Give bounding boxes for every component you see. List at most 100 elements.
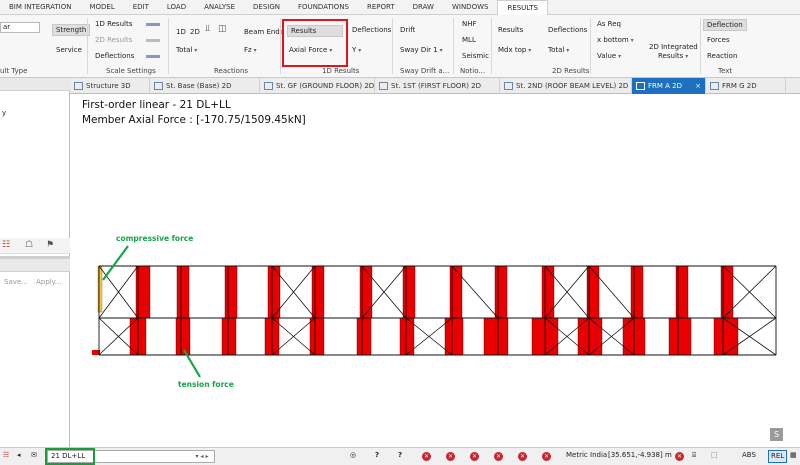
left-panel: y ☷ ☖ ⚑ Save... Apply... [0, 78, 70, 447]
integrated-results-line1[interactable]: 2D Integrated [649, 43, 698, 51]
value-dropdown[interactable]: Value [597, 52, 621, 60]
settings-icon[interactable]: ▦ [790, 451, 797, 459]
result-type-group-label: ult Type [0, 67, 28, 75]
tension-bar [399, 317, 415, 356]
region-label[interactable]: India [590, 451, 607, 459]
grid-icon[interactable]: ☷ [2, 240, 10, 250]
slider-1d[interactable] [146, 23, 160, 26]
combo-arrows-icon[interactable]: ▾◂▸ [192, 451, 214, 462]
close-icon[interactable]: × [695, 78, 701, 94]
rel-toggle[interactable]: REL [768, 450, 788, 463]
results-1d-toggle[interactable]: 1D Results [95, 20, 132, 28]
ortho-icon[interactable]: ⬚ [711, 451, 718, 459]
reaction-2d-button[interactable]: 2D [190, 28, 200, 36]
ribbon-tab-bar: BIM INTEGRATION MODEL EDIT LOAD ANALYSE DESIG… [0, 0, 800, 15]
result-type-combo[interactable]: ar [0, 22, 40, 33]
ribbon-tab[interactable]: EDIT [124, 0, 158, 15]
ribbon-tab[interactable]: DESIGN [244, 0, 289, 15]
grid-status-icon[interactable]: ☷ [3, 451, 9, 459]
deflections-2d-button[interactable]: Deflections [548, 26, 587, 34]
ribbon-tab[interactable]: BIM INTEGRATION [0, 0, 80, 15]
nav-arrow-icon[interactable]: ◂ [17, 451, 21, 459]
error-icon[interactable]: ✕ [422, 452, 431, 461]
snap-grid-icon[interactable]: ⌸ [692, 451, 696, 460]
mll-button[interactable]: MLL [462, 36, 476, 44]
view-tab-bar: Structure 3D St. Base (Base) 2D St. GF (GR… [70, 78, 800, 94]
deflection-direction-dropdown[interactable]: Y [352, 46, 361, 54]
slider-deflections[interactable] [146, 55, 160, 58]
view-tab[interactable]: FRM G 2D [706, 78, 786, 94]
left-panel-toolbar: ☷ ☖ ⚑ [0, 238, 70, 254]
error-icon[interactable]: ✕ [518, 452, 527, 461]
error-icon[interactable]: ✕ [542, 452, 551, 461]
error-icon[interactable]: ✕ [470, 452, 479, 461]
slider-2d[interactable] [146, 39, 160, 42]
help-context-icon[interactable]: ? [398, 451, 402, 459]
frame-view-canvas[interactable]: First-order linear - 21 DL+LL Member Axi… [70, 94, 800, 447]
annotation-arrow [183, 349, 201, 378]
view-tab[interactable]: St. Base (Base) 2D [150, 78, 260, 94]
result-type-combo-value: ar [3, 23, 11, 31]
reinforcement-face-dropdown[interactable]: x bottom [597, 36, 634, 44]
forces-text-toggle[interactable]: Forces [707, 36, 730, 44]
moment-dropdown[interactable]: Mdx top [498, 46, 531, 54]
reaction-toggle-icon[interactable]: ◫ [218, 24, 227, 34]
view-tab[interactable]: St. 2ND (ROOF BEAM LEVEL) 2D [500, 78, 632, 94]
ribbon-tab[interactable]: LOAD [158, 0, 195, 15]
units-label[interactable]: Metric [566, 451, 588, 459]
view-icon [74, 82, 83, 90]
ribbon-separator [590, 18, 591, 74]
ribbon-tab[interactable]: WINDOWS [443, 0, 498, 15]
apply-button[interactable]: Apply... [36, 278, 61, 286]
error-icon[interactable]: ✕ [675, 452, 684, 461]
reaction-component-dropdown[interactable]: Fz [244, 46, 257, 54]
error-icon[interactable]: ✕ [446, 452, 455, 461]
reaction-icon[interactable]: ⫫ [205, 24, 210, 34]
view-tab[interactable]: St. GF (GROUND FLOOR) 2D [260, 78, 375, 94]
view-tab[interactable]: FRM A 2D × [632, 78, 706, 94]
view-icon [710, 82, 719, 90]
reaction-total-dropdown[interactable]: Total [176, 46, 197, 54]
deflection-text-toggle[interactable]: Deflection [703, 19, 747, 31]
as-req-button[interactable]: As Req [597, 20, 621, 28]
abs-toggle[interactable]: ABS [742, 451, 756, 459]
nhf-button[interactable]: NHF [462, 20, 477, 28]
drift-button[interactable]: Drift [400, 26, 415, 34]
snap-icon[interactable]: S [770, 428, 783, 441]
view-tab[interactable]: St. 1ST (FIRST FLOOR) 2D [375, 78, 500, 94]
service-button[interactable]: Service [56, 46, 82, 54]
integrated-results-dropdown[interactable]: Results [658, 52, 688, 60]
tension-bar [494, 265, 508, 319]
mail-icon[interactable]: ✉ [31, 451, 37, 459]
annotation-arrow [102, 245, 129, 281]
view-icon [636, 82, 645, 90]
tension-bar [577, 317, 603, 356]
ribbon-tab[interactable]: DRAW [404, 0, 443, 15]
total-2d-dropdown[interactable]: Total [548, 46, 569, 54]
deflections-1d-button[interactable]: Deflections [352, 26, 391, 34]
lock-icon[interactable]: ☖ [25, 240, 33, 250]
reaction-1d-button[interactable]: 1D [176, 28, 186, 36]
view-tab[interactable]: Structure 3D [70, 78, 150, 94]
results-2d-button[interactable]: Results [498, 26, 523, 34]
deflections-toggle[interactable]: Deflections [95, 52, 134, 60]
ribbon-tab[interactable]: MODEL [80, 0, 123, 15]
tree-icon[interactable]: ⚑ [46, 240, 54, 250]
beam-ends-button[interactable]: Beam Ends [244, 28, 283, 36]
ribbon-tab[interactable]: REPORT [358, 0, 404, 15]
error-icon[interactable]: ✕ [494, 452, 503, 461]
results-2d-toggle[interactable]: 2D Results [95, 36, 132, 44]
view-tab-label: FRM G 2D [722, 82, 757, 90]
save-button[interactable]: Save... [4, 278, 28, 286]
strength-button[interactable]: Strength [52, 24, 91, 36]
help-icon[interactable]: ? [375, 451, 379, 459]
ribbon-tab[interactable]: RESULTS [497, 0, 548, 15]
sway-dir-dropdown[interactable]: Sway Dir 1 [400, 46, 443, 54]
ribbon-separator [453, 18, 454, 74]
seismic-button[interactable]: Seismic [462, 52, 489, 60]
reaction-text-toggle[interactable]: Reaction [707, 52, 737, 60]
view-tab-label: St. 2ND (ROOF BEAM LEVEL) 2D [516, 82, 629, 90]
ribbon-tab[interactable]: FOUNDATIONS [289, 0, 358, 15]
zoom-icon[interactable]: ◎ [350, 451, 356, 459]
ribbon-tab[interactable]: ANALYSE [195, 0, 244, 15]
